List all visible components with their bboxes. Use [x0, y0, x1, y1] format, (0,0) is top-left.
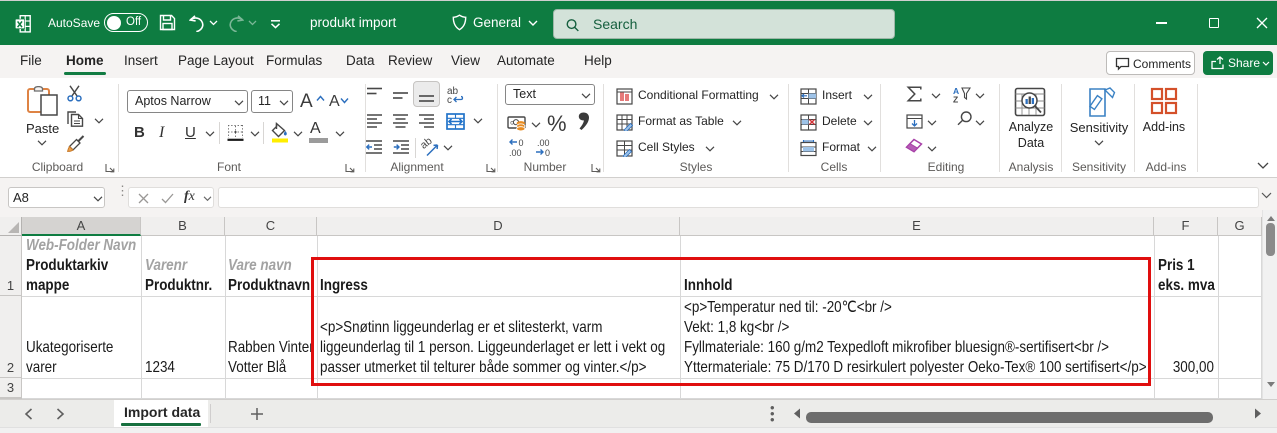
- svg-text:c: c: [447, 95, 452, 104]
- svg-text:0: 0: [545, 148, 550, 157]
- svg-text:Z: Z: [953, 95, 958, 104]
- svg-text:.00: .00: [537, 138, 550, 148]
- svg-text:.00: .00: [509, 148, 522, 157]
- svg-text:0: 0: [519, 138, 524, 148]
